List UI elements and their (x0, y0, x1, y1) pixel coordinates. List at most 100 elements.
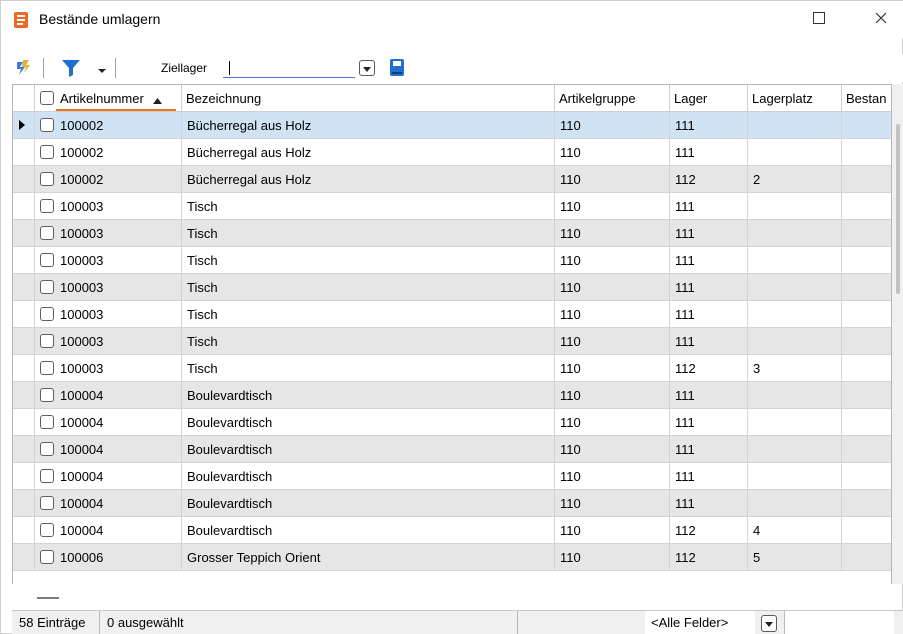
table-row[interactable]: 100003 Tisch 110 111 (13, 247, 891, 274)
row-indicator-cell (13, 382, 35, 409)
cell-bezeichnung: Boulevardtisch (182, 490, 555, 517)
column-header-bestand[interactable]: Bestan (842, 85, 891, 112)
table-row[interactable]: 100002 Bücherregal aus Holz 110 112 2 (13, 166, 891, 193)
search-field-selector[interactable]: <Alle Felder> (645, 611, 755, 634)
table-row[interactable]: 100003 Tisch 110 112 3 (13, 355, 891, 382)
cell-artikelgruppe: 110 (555, 328, 670, 355)
chevron-down-icon[interactable] (97, 64, 107, 74)
table-row[interactable]: 100003 Tisch 110 111 (13, 220, 891, 247)
filter-icon[interactable] (61, 58, 81, 78)
row-checkbox[interactable] (40, 469, 54, 483)
table-row[interactable]: 100003 Tisch 110 111 (13, 328, 891, 355)
row-checkbox[interactable] (40, 415, 54, 429)
cell-lager: 112 (670, 355, 748, 382)
column-header-lagerplatz[interactable]: Lagerplatz (748, 85, 842, 112)
row-checkbox[interactable] (40, 280, 54, 294)
table-row[interactable]: 100002 Bücherregal aus Holz 110 111 (13, 139, 891, 166)
maximize-icon (813, 12, 825, 27)
row-checkbox[interactable] (40, 118, 54, 132)
row-checkbox[interactable] (40, 253, 54, 267)
cell-lagerplatz (748, 274, 842, 301)
grid-header: Artikelnummer Bezeichnung Artikelgruppe … (13, 85, 891, 112)
row-checkbox[interactable] (40, 307, 54, 321)
cell-bestand (842, 247, 891, 274)
cell-artikelgruppe: 110 (555, 193, 670, 220)
cell-artikelnummer: 100003 (56, 247, 182, 274)
table-row[interactable]: 100003 Tisch 110 111 (13, 274, 891, 301)
selected-count: 0 ausgewählt (100, 611, 518, 634)
cell-bestand (842, 544, 891, 571)
cell-bezeichnung: Tisch (182, 247, 555, 274)
cell-lagerplatz: 3 (748, 355, 842, 382)
table-row[interactable]: 100004 Boulevardtisch 110 111 (13, 382, 891, 409)
vertical-scrollbar[interactable] (892, 84, 903, 584)
cell-bezeichnung: Grosser Teppich Orient (182, 544, 555, 571)
lightning-icon[interactable] (14, 58, 32, 78)
cell-lagerplatz: 5 (748, 544, 842, 571)
cell-artikelnummer: 100003 (56, 328, 182, 355)
search-field-dropdown-button[interactable] (761, 615, 777, 632)
cell-lagerplatz (748, 328, 842, 355)
cell-bestand (842, 490, 891, 517)
horizontal-scrollbar-thumb[interactable] (37, 597, 59, 599)
cell-artikelnummer: 100003 (56, 355, 182, 382)
cell-bestand (842, 301, 891, 328)
close-button[interactable] (858, 1, 903, 38)
table-row[interactable]: 100006 Grosser Teppich Orient 110 112 5 (13, 544, 891, 571)
cell-lagerplatz (748, 463, 842, 490)
cell-artikelgruppe: 110 (555, 436, 670, 463)
row-checkbox[interactable] (40, 496, 54, 510)
table-row[interactable]: 100002 Bücherregal aus Holz 110 111 (13, 112, 891, 139)
table-row[interactable]: 100003 Tisch 110 111 (13, 301, 891, 328)
search-input[interactable] (784, 611, 894, 634)
row-checkbox[interactable] (40, 550, 54, 564)
ziellager-input[interactable] (223, 58, 355, 78)
cell-lager: 111 (670, 193, 748, 220)
cell-bestand (842, 139, 891, 166)
cell-lager: 111 (670, 328, 748, 355)
column-header-artikelnummer[interactable]: Artikelnummer (56, 85, 182, 112)
column-header-bezeichnung[interactable]: Bezeichnung (182, 85, 555, 112)
cell-artikelgruppe: 110 (555, 463, 670, 490)
row-checkbox[interactable] (40, 145, 54, 159)
vertical-scrollbar-thumb[interactable] (896, 124, 900, 294)
cell-artikelnummer: 100004 (56, 463, 182, 490)
cell-artikelnummer: 100003 (56, 220, 182, 247)
cell-lager: 112 (670, 166, 748, 193)
current-row-arrow-icon (19, 120, 25, 130)
row-checkbox[interactable] (40, 226, 54, 240)
cell-artikelgruppe: 110 (555, 490, 670, 517)
ziellager-dropdown-button[interactable] (359, 60, 375, 76)
column-header-artikelgruppe[interactable]: Artikelgruppe (555, 85, 670, 112)
select-all-checkbox[interactable] (40, 91, 54, 105)
cell-bezeichnung: Boulevardtisch (182, 382, 555, 409)
row-checkbox[interactable] (40, 388, 54, 402)
close-icon (875, 12, 887, 27)
table-row[interactable]: 100004 Boulevardtisch 110 111 (13, 436, 891, 463)
row-checkbox[interactable] (40, 523, 54, 537)
cell-lagerplatz (748, 220, 842, 247)
maximize-button[interactable] (796, 1, 842, 38)
row-checkbox[interactable] (40, 442, 54, 456)
table-row[interactable]: 100004 Boulevardtisch 110 111 (13, 463, 891, 490)
cell-lagerplatz (748, 112, 842, 139)
book-icon[interactable] (389, 58, 405, 77)
table-row[interactable]: 100004 Boulevardtisch 110 111 (13, 490, 891, 517)
row-checkbox[interactable] (40, 334, 54, 348)
table-row[interactable]: 100004 Boulevardtisch 110 112 4 (13, 517, 891, 544)
data-grid: Artikelnummer Bezeichnung Artikelgruppe … (12, 84, 892, 584)
cell-artikelnummer: 100004 (56, 490, 182, 517)
column-header-lager[interactable]: Lager (670, 85, 748, 112)
row-checkbox[interactable] (40, 172, 54, 186)
toolbar (1, 54, 903, 82)
row-indicator-cell (13, 193, 35, 220)
cell-bestand (842, 517, 891, 544)
cell-bezeichnung: Tisch (182, 328, 555, 355)
table-row[interactable]: 100004 Boulevardtisch 110 111 (13, 409, 891, 436)
cell-artikelnummer: 100004 (56, 382, 182, 409)
row-checkbox[interactable] (40, 199, 54, 213)
table-row[interactable]: 100003 Tisch 110 111 (13, 193, 891, 220)
row-checkbox[interactable] (40, 361, 54, 375)
cell-lagerplatz: 2 (748, 166, 842, 193)
cell-artikelnummer: 100006 (56, 544, 182, 571)
